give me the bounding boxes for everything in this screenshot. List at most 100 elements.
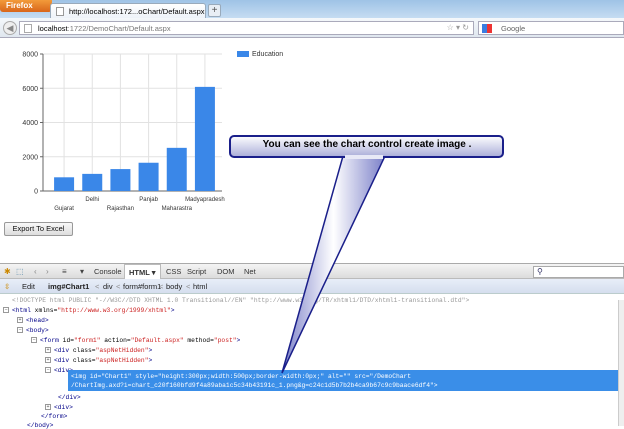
expand-icon[interactable]: +: [45, 357, 51, 364]
attr-value: "Default.aspx": [130, 337, 184, 344]
firefox-menu-button[interactable]: Firefox: [0, 0, 52, 12]
tab-html[interactable]: HTML ▾: [124, 264, 161, 280]
breadcrumb: ⇳ Edit img#Chart1 < div < form#form1 < b…: [0, 279, 624, 294]
tag: <head>: [26, 317, 49, 324]
y-tick-label: 6000: [22, 86, 38, 93]
bar-chart: 0 2000 4000 6000 8000 Gujarat Delhi Rajasthan Pa…: [22, 52, 225, 213]
collapse-icon[interactable]: −: [45, 367, 51, 374]
img-line-2: /ChartImg.axd?i=chart_c20f160bfd9f4a89ab…: [71, 382, 438, 389]
legend-label: Education: [252, 51, 284, 58]
firebug-toolbar: ✱ ⬚ ‹ › ≡ ▾ Console HTML ▾ CSS Script DO…: [0, 263, 624, 280]
url-host: localhost: [38, 24, 68, 33]
bar-delhi: [82, 173, 103, 191]
page-icon: [56, 7, 64, 16]
url-bar[interactable]: localhost:1722/DemoChart/Default.aspx ☆ ▾…: [19, 21, 474, 35]
tag: >: [170, 307, 175, 314]
dropdown-icon[interactable]: ▾: [456, 23, 460, 32]
tag: </div>: [58, 394, 81, 401]
collapse-icon[interactable]: −: [31, 337, 37, 344]
firebug-icon[interactable]: ✱: [4, 267, 11, 276]
tag: <div: [54, 357, 70, 364]
url-path: :1722/DemoChart/Default.aspx: [67, 24, 171, 33]
browser-tab[interactable]: http://localhost:172...oChart/Default.as…: [50, 3, 206, 18]
callout-text: You can see the chart control create ima…: [262, 139, 472, 150]
tree-node-div[interactable]: + <div>: [45, 404, 73, 411]
x-tick-label: Panjab: [139, 197, 158, 203]
back-icon[interactable]: ‹: [34, 267, 37, 276]
attr: action=: [100, 337, 131, 344]
breadcrumb-img[interactable]: img#Chart1: [48, 282, 89, 291]
breadcrumb-div[interactable]: div: [103, 282, 113, 291]
tree-node-body[interactable]: − <body>: [17, 327, 49, 334]
attr: xmlns=: [30, 307, 58, 314]
attr-value: "post": [213, 337, 237, 344]
tab-console[interactable]: Console: [94, 267, 122, 276]
img-line-1: <img id="Chart1" style="height:300px;wid…: [71, 373, 412, 380]
back-arrow-icon[interactable]: ◀: [3, 21, 17, 35]
collapse-icon[interactable]: −: [17, 327, 23, 334]
attr: class=: [69, 347, 96, 354]
tag: >: [148, 347, 153, 354]
collapse-icon[interactable]: −: [3, 307, 9, 314]
y-tick-label: 4000: [22, 120, 38, 127]
x-tick-label: Rajasthan: [107, 206, 134, 212]
tag: <html: [12, 307, 31, 314]
expand-icon[interactable]: +: [17, 317, 23, 324]
tag: <div>: [54, 404, 73, 411]
tab-title: http://localhost:172...oChart/Default.as…: [69, 7, 205, 16]
tree-node-div-hidden[interactable]: + <div class="aspNetHidden">: [45, 357, 152, 364]
title-bar: Firefox http://localhost:172...oChart/De…: [0, 0, 624, 18]
expand-icon[interactable]: +: [45, 404, 51, 411]
tab-net[interactable]: Net: [244, 267, 256, 276]
breadcrumb-form[interactable]: form#form1: [123, 282, 161, 291]
legend-swatch: [237, 51, 249, 58]
expand-icon[interactable]: +: [45, 347, 51, 354]
selected-node-img-chart1[interactable]: <img id="Chart1" style="height:300px;wid…: [68, 370, 620, 391]
new-tab-button[interactable]: +: [208, 4, 221, 17]
tree-node-div-hidden[interactable]: + <div class="aspNetHidden">: [45, 347, 152, 354]
search-placeholder: Google: [501, 24, 526, 33]
attr-value: "http://www.w3.org/1999/xhtml": [57, 307, 171, 314]
edit-button[interactable]: Edit: [22, 282, 35, 291]
bar-madyapradesh: [194, 86, 215, 191]
tab-dom[interactable]: DOM: [217, 267, 235, 276]
attr: method=: [183, 337, 214, 344]
x-tick-label: Madyapradesh: [185, 197, 225, 203]
search-icon: ⚲: [537, 267, 543, 276]
breadcrumb-html[interactable]: html: [193, 282, 207, 291]
y-tick-label: 2000: [22, 154, 38, 161]
firebug-search-input[interactable]: ⚲: [533, 266, 624, 278]
attr-value: "aspNetHidden": [95, 347, 149, 354]
bar-maharastra: [166, 147, 187, 191]
bar-gujarat: [54, 177, 75, 191]
tree-node-html[interactable]: − <html xmlns="http://www.w3.org/1999/xht…: [3, 307, 175, 314]
bookmark-star-icon[interactable]: ☆: [447, 23, 454, 32]
bar-panjab: [138, 162, 159, 191]
attr: id=: [58, 337, 75, 344]
google-icon: [482, 24, 492, 33]
search-box[interactable]: Google: [478, 21, 624, 35]
breadcrumb-body[interactable]: body: [166, 282, 182, 291]
tree-node-head[interactable]: + <head>: [17, 317, 49, 324]
inspect-icon[interactable]: ⬚: [16, 267, 24, 276]
page-icon: [24, 24, 32, 33]
tab-css[interactable]: CSS: [166, 267, 181, 276]
export-to-excel-button[interactable]: Export To Excel: [4, 222, 73, 236]
menu-icon[interactable]: ≡: [62, 267, 67, 276]
chart-legend: Education: [237, 51, 283, 58]
tag: </form>: [41, 413, 68, 420]
attr-value: "aspNetHidden": [95, 357, 149, 364]
tag: <div: [54, 347, 70, 354]
forward-icon[interactable]: ›: [46, 267, 49, 276]
bar-rajasthan: [110, 169, 131, 191]
tab-script[interactable]: Script: [187, 267, 206, 276]
scrollbar[interactable]: [618, 300, 624, 426]
reload-icon[interactable]: ↻: [462, 23, 469, 32]
layout-icon[interactable]: ⇳: [4, 282, 10, 291]
tag: <body>: [26, 327, 49, 334]
y-tick-label: 8000: [22, 52, 38, 59]
x-tick-label: Gujarat: [54, 206, 74, 212]
dropdown-icon[interactable]: ▾: [80, 267, 84, 276]
navigation-bar: ◀ localhost:1722/DemoChart/Default.aspx ☆…: [0, 18, 624, 38]
tree-node-form[interactable]: − <form id="form1" action="Default.aspx" …: [31, 337, 240, 344]
